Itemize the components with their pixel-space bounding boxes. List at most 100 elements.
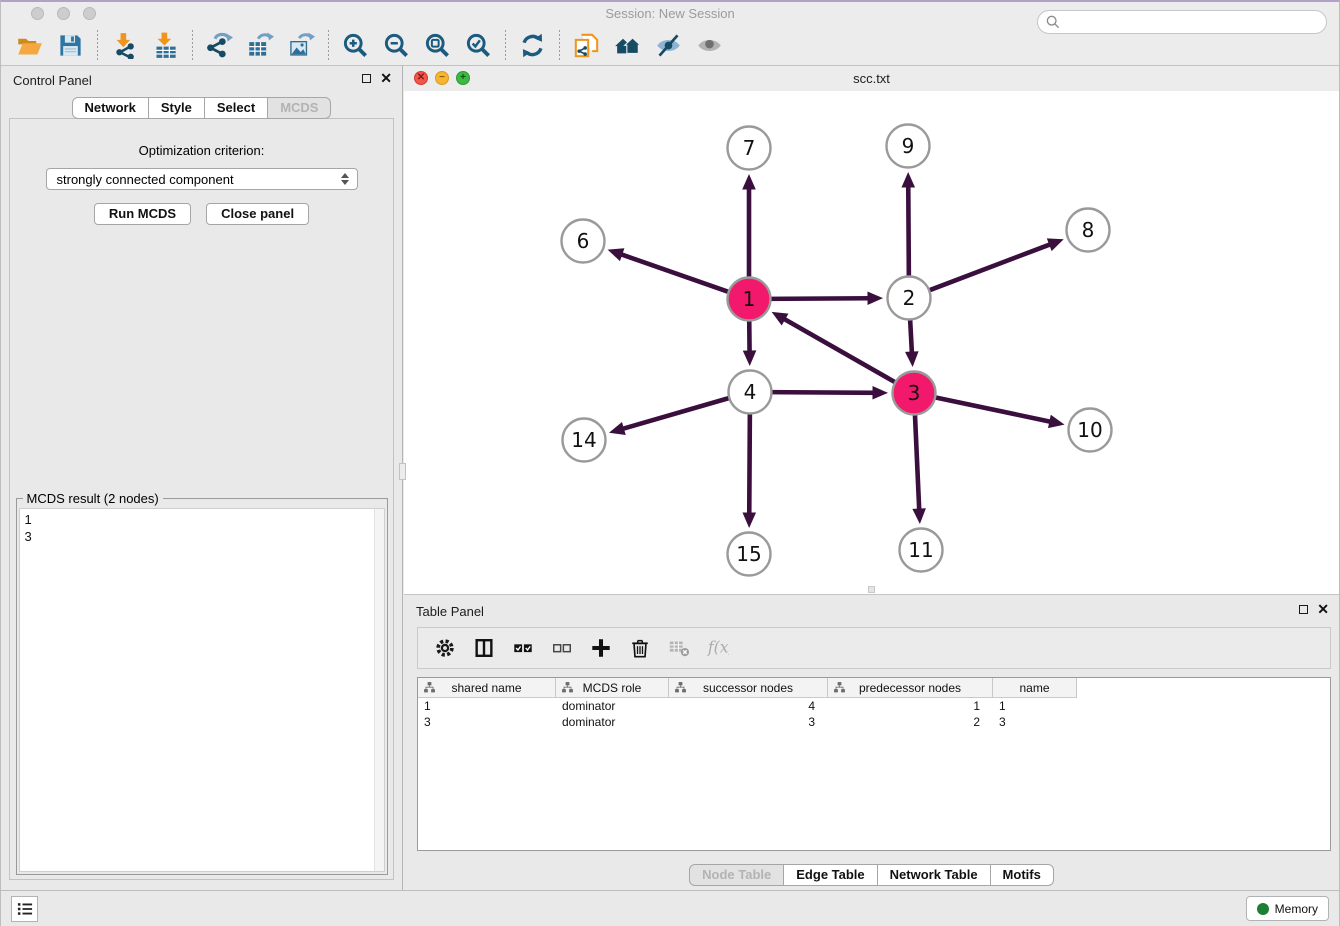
float-table-panel-icon[interactable] [1299, 605, 1308, 614]
show-hidden-button[interactable] [689, 29, 730, 63]
edge-4-14[interactable] [609, 397, 732, 435]
close-panel-icon[interactable]: ✕ [380, 73, 392, 84]
table-cell[interactable]: 4 [669, 698, 828, 714]
zoom-out-button[interactable] [376, 29, 417, 63]
table-cell[interactable]: 1 [993, 698, 1077, 714]
table-cell[interactable]: 1 [828, 698, 993, 714]
tab-node-table[interactable]: Node Table [689, 864, 784, 886]
edge-2-3[interactable] [905, 316, 919, 367]
tab-mcds[interactable]: MCDS [267, 97, 331, 119]
criterion-select[interactable]: strongly connected component [46, 168, 358, 190]
export-table-button[interactable] [240, 29, 281, 63]
network-minimize-button[interactable]: − [435, 71, 449, 85]
delete-columns-button[interactable] [629, 637, 651, 659]
node-label: 14 [571, 428, 596, 452]
open-file-button[interactable] [9, 29, 50, 63]
close-panel-button[interactable]: Close panel [206, 203, 309, 225]
edge-3-11[interactable] [912, 411, 926, 524]
control-panel-title: Control Panel [13, 73, 92, 88]
export-image-button[interactable] [281, 29, 322, 63]
network-graph[interactable]: 7 9 6 8 1 2 4 3 14 10 15 11 [404, 91, 1340, 594]
table-cell[interactable]: 3 [993, 714, 1077, 730]
tab-motifs[interactable]: Motifs [990, 864, 1054, 886]
network-canvas[interactable]: 7 9 6 8 1 2 4 3 14 10 15 11 [404, 91, 1339, 594]
table-row[interactable]: 1dominator411 [418, 698, 1330, 714]
search-container [1037, 10, 1327, 34]
network-close-button[interactable]: ✕ [414, 71, 428, 85]
node-3[interactable]: 3 [893, 372, 936, 415]
zoom-in-button[interactable] [335, 29, 376, 63]
edge-3-10[interactable] [932, 397, 1064, 428]
tab-edge-table[interactable]: Edge Table [783, 864, 877, 886]
edge-1-7[interactable] [742, 174, 756, 281]
table-cell[interactable]: 3 [669, 714, 828, 730]
table-cell[interactable]: 3 [418, 714, 556, 730]
edge-2-9[interactable] [901, 172, 915, 280]
tab-network-table[interactable]: Network Table [877, 864, 991, 886]
tab-style[interactable]: Style [148, 97, 205, 119]
float-panel-icon[interactable] [362, 74, 371, 83]
node-9[interactable]: 9 [887, 125, 930, 168]
column-header-successor-nodes[interactable]: successor nodes [669, 678, 828, 698]
zoom-fit-button[interactable] [417, 29, 458, 63]
task-history-button[interactable] [11, 896, 38, 922]
column-header-MCDS-role[interactable]: MCDS role [556, 678, 669, 698]
edge-4-3[interactable] [768, 386, 888, 400]
node-1[interactable]: 1 [728, 278, 771, 321]
import-table-button[interactable] [145, 29, 186, 63]
save-session-button[interactable] [50, 29, 91, 63]
column-header-name[interactable]: name [993, 678, 1077, 698]
table-cell[interactable]: 1 [418, 698, 556, 714]
column-header-predecessor-nodes[interactable]: predecessor nodes [828, 678, 993, 698]
node-8[interactable]: 8 [1067, 209, 1110, 252]
mcds-result-text[interactable]: 1 3 [19, 508, 385, 872]
zoom-fit-icon [424, 32, 451, 59]
network-maximize-button[interactable]: + [456, 71, 470, 85]
table-settings-button[interactable] [434, 637, 456, 659]
node-4[interactable]: 4 [729, 371, 772, 414]
result-scrollbar[interactable] [374, 509, 384, 871]
zoom-selected-button[interactable] [458, 29, 499, 63]
export-network-button[interactable] [199, 29, 240, 63]
edge-3-1[interactable] [772, 312, 898, 384]
network-window-titlebar[interactable]: ✕ − + scc.txt [404, 66, 1339, 92]
edge-1-2[interactable] [767, 291, 883, 305]
close-table-panel-icon[interactable]: ✕ [1317, 604, 1329, 615]
show-columns-button[interactable] [473, 637, 495, 659]
memory-button[interactable]: Memory [1246, 896, 1329, 921]
table-cell[interactable]: 2 [828, 714, 993, 730]
create-column-button[interactable] [590, 637, 612, 659]
edge-4-15[interactable] [742, 410, 756, 528]
select-all-columns-button[interactable] [512, 637, 534, 659]
show-all-nests-button[interactable] [607, 29, 648, 63]
column-header-shared-name[interactable]: shared name [418, 678, 556, 698]
table-row[interactable]: 3dominator323 [418, 714, 1330, 730]
node-15[interactable]: 15 [728, 533, 771, 576]
mcds-panel: Optimization criterion: strongly connect… [9, 118, 394, 880]
import-network-button[interactable] [104, 29, 145, 63]
node-11[interactable]: 11 [900, 529, 943, 572]
check-boxes-icon [512, 637, 534, 659]
mcds-result-legend: MCDS result (2 nodes) [23, 491, 163, 506]
tab-select[interactable]: Select [204, 97, 268, 119]
table-cell[interactable]: dominator [556, 698, 669, 714]
panel-splitter-handle[interactable] [399, 463, 406, 480]
node-10[interactable]: 10 [1069, 409, 1112, 452]
hide-selected-button[interactable] [648, 29, 689, 63]
table-cell[interactable]: dominator [556, 714, 669, 730]
search-input[interactable] [1037, 10, 1327, 34]
tab-network[interactable]: Network [72, 97, 149, 119]
unselect-all-columns-button[interactable] [551, 637, 573, 659]
node-6[interactable]: 6 [562, 220, 605, 263]
node-14[interactable]: 14 [563, 419, 606, 462]
edge-1-4[interactable] [743, 317, 757, 366]
run-mcds-button[interactable]: Run MCDS [94, 203, 191, 225]
apply-layout-button[interactable] [512, 29, 553, 63]
node-2[interactable]: 2 [888, 277, 931, 320]
canvas-splitter-handle[interactable] [868, 586, 875, 593]
copy-network-style-button[interactable] [566, 29, 607, 63]
folder-icon [16, 32, 43, 59]
edge-2-8[interactable] [926, 238, 1063, 291]
node-7[interactable]: 7 [728, 127, 771, 170]
edge-1-6[interactable] [608, 248, 732, 293]
